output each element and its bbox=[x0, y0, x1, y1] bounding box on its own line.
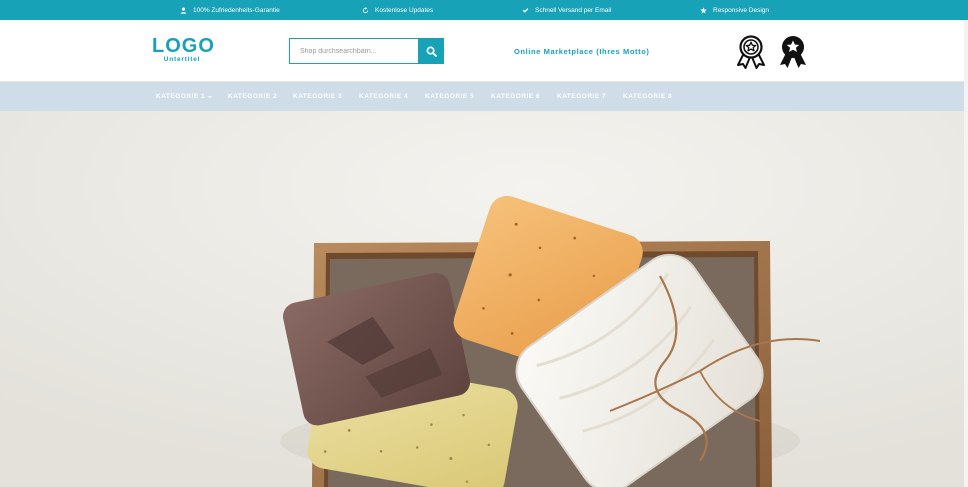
nav-category-5[interactable]: KATEGORIE 5 bbox=[425, 82, 474, 111]
nav-category-7[interactable]: KATEGORIE 7 bbox=[557, 82, 606, 111]
category-nav: KATEGORIE 1 KATEGORIE 2 KATEGORIE 3 KATE… bbox=[0, 82, 968, 111]
search-form bbox=[289, 38, 444, 64]
user-icon bbox=[180, 7, 187, 14]
search-input[interactable] bbox=[289, 38, 418, 64]
award-ribbon-filled-icon bbox=[780, 36, 806, 68]
nav-category-2[interactable]: KATEGORIE 2 bbox=[228, 82, 277, 111]
site-logo[interactable]: LOGO Untertitel bbox=[152, 35, 215, 63]
site-header: LOGO Untertitel Online Marketplace (Ihre… bbox=[0, 20, 968, 82]
nav-category-6[interactable]: KATEGORIE 6 bbox=[491, 82, 540, 111]
topbar-label: 100% Zufriedenheits-Garantie bbox=[193, 6, 280, 14]
topbar-label: Responsive Design bbox=[713, 6, 770, 14]
refresh-icon bbox=[362, 6, 369, 13]
award-ribbon-outline-icon bbox=[737, 35, 765, 69]
nav-category-label: KATEGORIE 5 bbox=[425, 93, 475, 100]
top-info-bar: 100% Zufriedenheits-Garantie Kostenlose … bbox=[0, 0, 968, 20]
nav-category-label: KATEGORIE 1 bbox=[156, 93, 206, 100]
caret-down-icon bbox=[208, 95, 213, 98]
nav-category-label: KATEGORIE 8 bbox=[623, 93, 673, 100]
search-icon bbox=[426, 46, 437, 57]
topbar-label: Kostenlose Updates bbox=[375, 6, 434, 14]
nav-category-8[interactable]: KATEGORIE 8 bbox=[623, 82, 672, 111]
search-button[interactable] bbox=[418, 38, 444, 64]
page-scrollbar[interactable] bbox=[964, 20, 968, 487]
topbar-item-updates: Kostenlose Updates bbox=[362, 0, 433, 20]
nav-category-label: KATEGORIE 6 bbox=[491, 93, 541, 100]
nav-category-label: KATEGORIE 7 bbox=[557, 93, 607, 100]
check-icon bbox=[522, 7, 529, 13]
topbar-item-shipping: Schnell Versand per Email bbox=[522, 0, 611, 20]
nav-category-1[interactable]: KATEGORIE 1 bbox=[156, 82, 213, 111]
topbar-item-guarantee: 100% Zufriedenheits-Garantie bbox=[180, 0, 280, 20]
logo-subtitle: Untertitel bbox=[163, 56, 201, 63]
site-motto: Online Marketplace (Ihres Motto) bbox=[514, 47, 650, 56]
logo-text: LOGO bbox=[152, 35, 215, 57]
nav-category-label: KATEGORIE 2 bbox=[228, 93, 278, 100]
hero-image bbox=[0, 111, 968, 487]
topbar-label: Schnell Versand per Email bbox=[535, 6, 612, 14]
nav-category-label: KATEGORIE 4 bbox=[359, 93, 409, 100]
topbar-item-responsive: Responsive Design bbox=[700, 0, 769, 20]
nav-category-label: KATEGORIE 3 bbox=[293, 93, 343, 100]
nav-category-4[interactable]: KATEGORIE 4 bbox=[359, 82, 408, 111]
nav-category-3[interactable]: KATEGORIE 3 bbox=[293, 82, 342, 111]
hero-banner bbox=[0, 111, 968, 487]
star-icon bbox=[700, 6, 707, 13]
